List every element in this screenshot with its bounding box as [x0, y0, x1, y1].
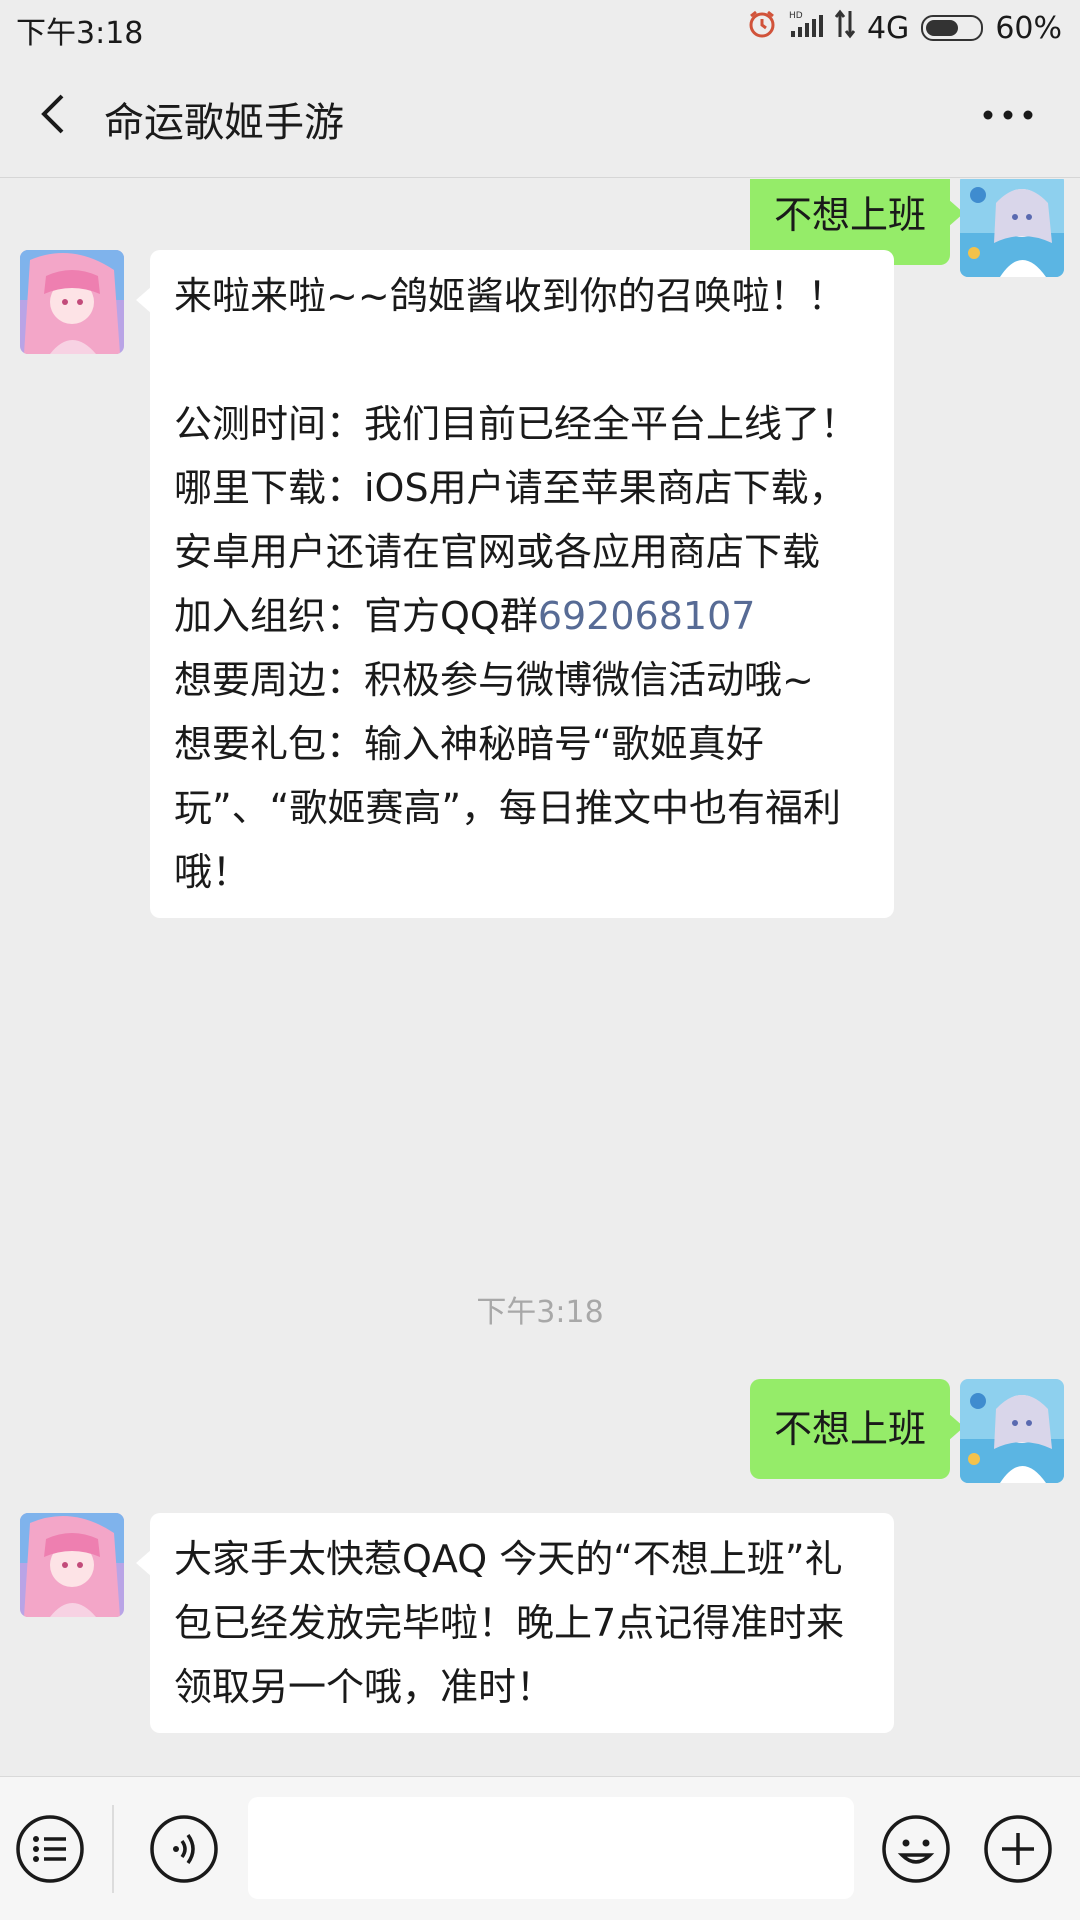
voice-icon [150, 1815, 218, 1883]
received-message-bubble[interactable]: 大家手太快惹QAQ 今天的“不想上班”礼包已经发放完毕啦！晚上7点记得准时来领取… [136, 1513, 894, 1733]
message-line: 加入组织：官方QQ群692068107 [174, 584, 870, 648]
chevron-left-icon [41, 94, 64, 134]
chat-title: 命运歌姬手游 [104, 100, 344, 146]
received-message-bubble[interactable]: 来啦来啦~~鸽姬酱收到你的召唤啦！！ 公测时间：我们目前已经全平台上线了！ 哪里… [136, 250, 894, 918]
emoji-icon [882, 1815, 950, 1883]
network-type: 4G [866, 10, 910, 46]
timestamp-divider: 下午3:18 [476, 1295, 604, 1330]
voice-button[interactable] [148, 1813, 220, 1885]
chat-header: 命运歌姬手游 [0, 56, 1080, 178]
message-line [174, 328, 870, 392]
battery-percent: 60% [995, 10, 1062, 46]
user-avatar[interactable] [960, 1379, 1064, 1483]
menu-button[interactable] [14, 1813, 86, 1885]
more-dots-icon [983, 110, 1033, 120]
message-input[interactable] [248, 1797, 854, 1899]
message-text: 不想上班 [773, 193, 926, 237]
list-menu-icon [16, 1815, 84, 1883]
message-text: 大家手太快惹QAQ 今天的“不想上班”礼包已经发放完毕啦！晚上7点记得准时来领取… [174, 1537, 845, 1709]
emoji-button[interactable] [880, 1813, 952, 1885]
hd-signal-icon: HD [789, 9, 823, 47]
input-bar [0, 1776, 1080, 1920]
chat-area[interactable]: 不想上班 来啦来啦~~鸽姬酱收到你的召唤啦！！ 公测时间：我们目前已经全平台上线… [0, 179, 1080, 1775]
qq-group-number-link[interactable]: 692068107 [538, 594, 756, 638]
input-divider [112, 1805, 114, 1893]
official-account-avatar[interactable] [20, 250, 124, 354]
status-bar: 下午3:18 HD 4G 60% [0, 0, 1080, 56]
user-avatar[interactable] [960, 179, 1064, 277]
message-line: 想要周边：积极参与微博微信活动哦~ [174, 658, 814, 702]
message-line: 想要礼包：输入神秘暗号“歌姬真好玩”、“歌姬赛高”，每日推文中也有福利哦！ [174, 722, 842, 894]
battery-icon [921, 15, 984, 41]
message-text: 加入组织：官方QQ群 [174, 594, 538, 638]
sent-message-bubble[interactable]: 不想上班 [749, 1379, 965, 1479]
message-line: 来啦来啦~~鸽姬酱收到你的召唤啦！！ [174, 274, 846, 318]
official-account-avatar[interactable] [20, 1513, 124, 1617]
message-line: 哪里下载：iOS用户请至苹果商店下载，安卓用户还请在官网或各应用商店下载 [174, 466, 847, 574]
battery-level [926, 20, 958, 36]
status-time: 下午3:18 [16, 16, 144, 51]
back-button[interactable] [24, 86, 80, 142]
plus-button[interactable] [982, 1813, 1054, 1885]
status-icons: HD 4G 60% [747, 8, 1062, 48]
svg-text:HD: HD [789, 11, 803, 21]
message-line: 公测时间：我们目前已经全平台上线了！ [174, 402, 859, 446]
more-button[interactable] [972, 90, 1044, 140]
alarm-icon [747, 9, 777, 47]
message-text: 不想上班 [773, 1407, 926, 1451]
data-arrows-icon [834, 9, 856, 47]
plus-icon [984, 1815, 1052, 1883]
